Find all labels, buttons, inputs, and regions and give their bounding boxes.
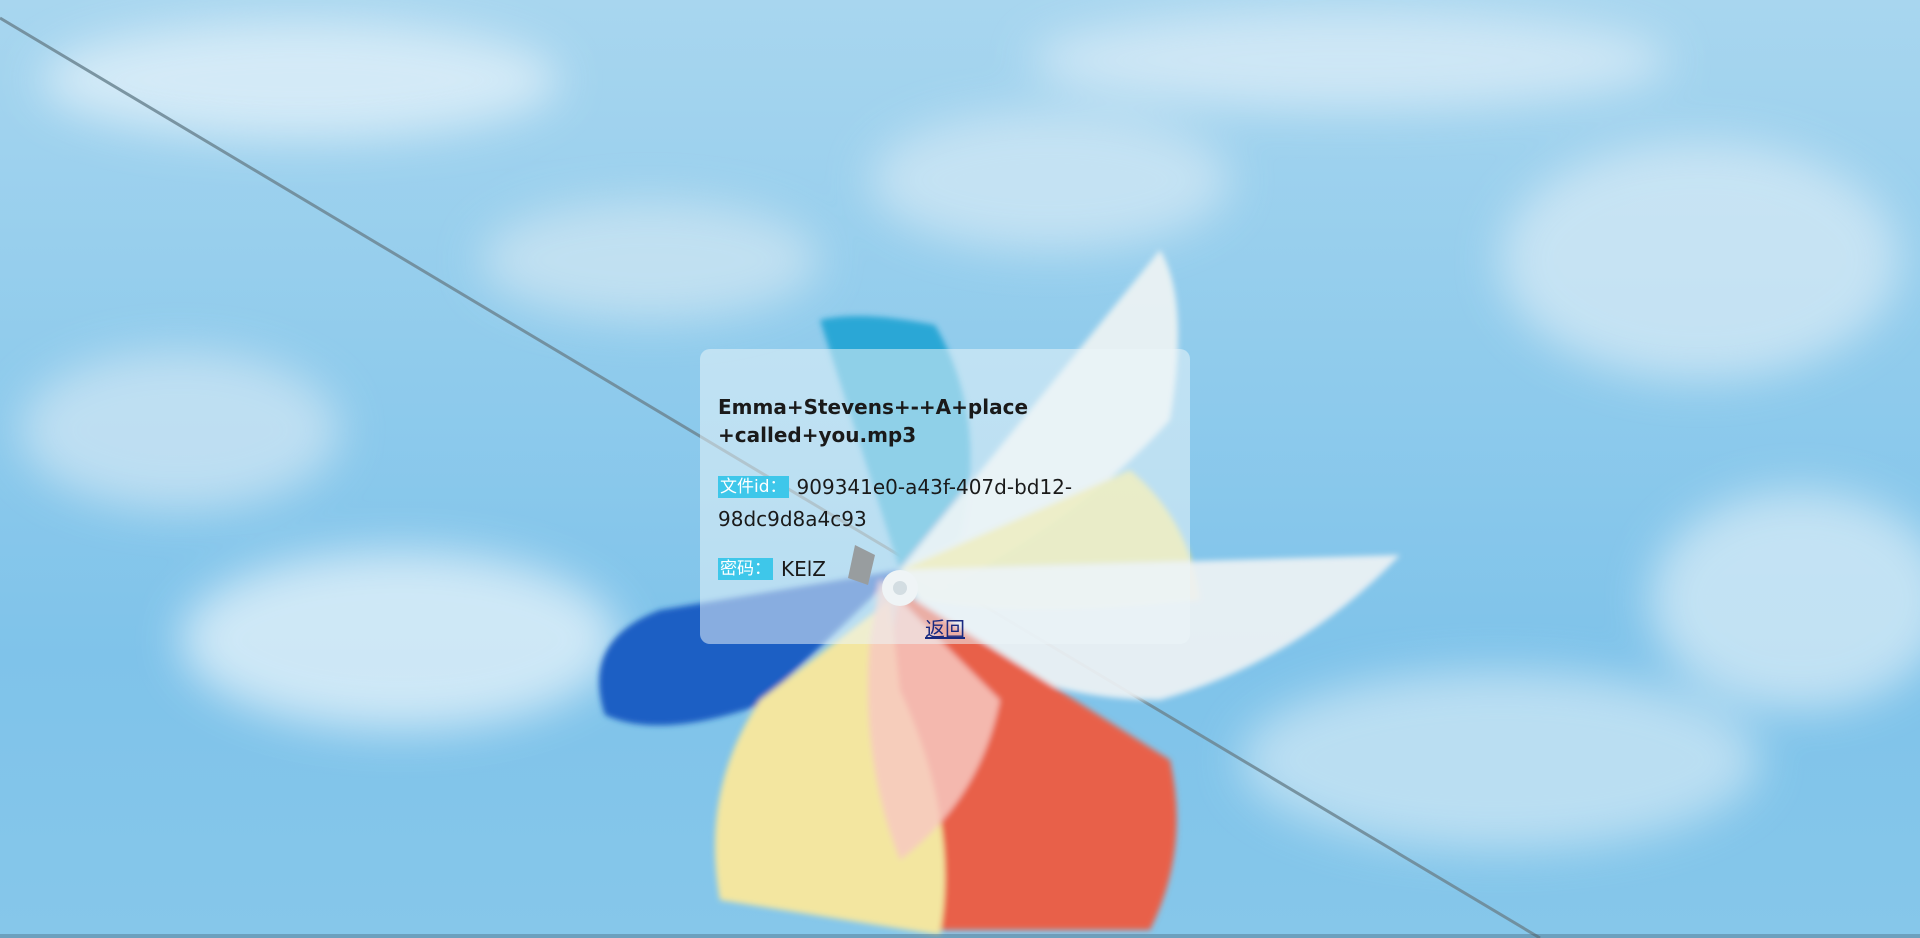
password-label: 密码： xyxy=(718,558,773,580)
password-value: KElZ xyxy=(781,557,827,581)
file-info-card: Emma+Stevens+-+A+place+called+you.mp3 文件… xyxy=(700,349,1190,644)
page: Emma+Stevens+-+A+place+called+you.mp3 文件… xyxy=(0,0,1920,938)
file-name-heading: Emma+Stevens+-+A+place+called+you.mp3 xyxy=(718,395,1029,447)
file-id-label: 文件id： xyxy=(718,476,789,498)
back-link[interactable]: 返回 xyxy=(700,613,1190,642)
file-id-row: 文件id： 909341e0-a43f-407d-bd12-98dc9d8a4c9… xyxy=(718,471,1088,535)
bottom-edge-strip xyxy=(0,934,1920,938)
password-row: 密码： KElZ xyxy=(718,553,1088,585)
